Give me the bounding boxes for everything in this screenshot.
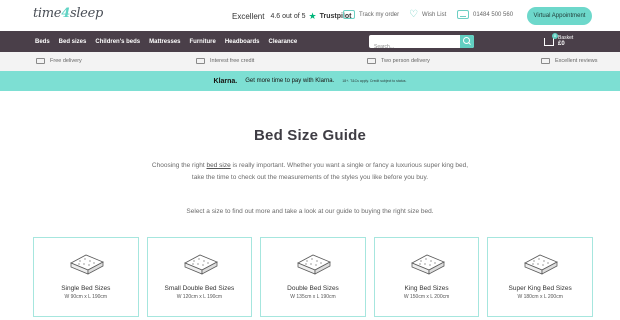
basket-summary: Basket £0 xyxy=(558,35,573,47)
truck-icon xyxy=(343,10,355,19)
card-dimensions: W 135cm x L 190cm xyxy=(290,294,336,300)
size-cards: Single Bed Sizes W 90cm x L 190cm Small … xyxy=(33,237,593,317)
usp-label: Free delivery xyxy=(50,58,82,64)
main-nav: Beds Bed sizes Children's beds Mattresse… xyxy=(0,31,620,54)
usp-label: Excellent reviews xyxy=(555,58,598,64)
people-icon xyxy=(367,58,376,64)
klarna-terms: 18+. T&Cs apply. Credit subject to statu… xyxy=(342,79,407,83)
site-logo[interactable]: time4sleep xyxy=(33,6,103,21)
intro-before: Choosing the right xyxy=(151,162,207,169)
basket-count: 0 xyxy=(552,33,558,39)
size-card-king[interactable]: King Bed Sizes W 150cm x L 200cm xyxy=(373,237,480,317)
size-card-double[interactable]: Double Bed Sizes W 135cm x L 190cm xyxy=(260,237,366,317)
nav-item-bed-sizes[interactable]: Bed sizes xyxy=(59,39,87,45)
card-dimensions: W 180cm x L 200cm xyxy=(517,294,563,300)
size-card-super-king[interactable]: Super King Bed Sizes W 180cm x L 200cm xyxy=(487,237,593,317)
top-bar: time4sleep Excellent 4.6 out of 5 ★ Trus… xyxy=(0,0,620,31)
trustpilot-star-icon: ★ xyxy=(308,11,317,21)
phone-number: 01484 500 560 xyxy=(473,11,514,18)
card-title: King Bed Sizes xyxy=(404,285,449,292)
select-size-text: Select a size to find out more and take … xyxy=(186,208,434,215)
logo-part-time: time xyxy=(33,6,62,21)
star-icon xyxy=(541,58,550,64)
nav-item-clearance[interactable]: Clearance xyxy=(269,39,298,45)
track-order-label: Track my order xyxy=(359,11,400,18)
mattress-icon xyxy=(297,254,332,275)
usp-label: Interest free credit xyxy=(210,58,255,64)
nav-item-childrens-beds[interactable]: Children's beds xyxy=(95,39,140,45)
intro-text: Choosing the right bed size is really im… xyxy=(150,160,470,184)
basket-icon: 0 xyxy=(544,33,558,46)
heart-icon: ♡ xyxy=(409,9,418,20)
logo-part-sleep: sleep xyxy=(69,6,103,21)
phone-icon xyxy=(457,10,469,19)
bed-size-link[interactable]: bed size xyxy=(206,162,230,169)
mattress-icon xyxy=(183,254,218,275)
usp-interest-free: Interest free credit xyxy=(196,58,254,64)
wish-list-label: Wish List xyxy=(421,11,447,18)
card-dimensions: W 120cm x L 190cm xyxy=(176,294,223,300)
size-card-small-double[interactable]: Small Double Bed Sizes W 120cm x L 190cm xyxy=(146,237,253,317)
card-dimensions: W 150cm x L 200cm xyxy=(403,294,450,300)
mattress-icon xyxy=(524,254,559,275)
usp-excellent-reviews: Excellent reviews xyxy=(541,58,598,64)
delivery-icon xyxy=(36,58,45,64)
klarna-banner[interactable]: Klarna. Get more time to pay with Klarna… xyxy=(0,71,620,91)
card-title: Small Double Bed Sizes xyxy=(164,285,235,292)
card-title: Super King Bed Sizes xyxy=(508,285,572,292)
nav-item-furniture[interactable]: Furniture xyxy=(190,39,216,45)
wish-list-link[interactable]: ♡ Wish List xyxy=(409,9,447,20)
usp-label: Two person delivery xyxy=(381,58,430,64)
virtual-appointment-button[interactable]: Virtual Appointment xyxy=(527,7,592,25)
trustpilot-score: 4.6 out of 5 xyxy=(270,13,306,20)
usp-bar: Free delivery Interest free credit Two p… xyxy=(0,52,620,71)
mattress-icon xyxy=(70,254,104,275)
trustpilot-label: Excellent xyxy=(232,12,265,21)
card-dimensions: W 90cm x L 190cm xyxy=(64,294,108,300)
klarna-logo: Klarna. xyxy=(213,77,238,85)
mattress-icon xyxy=(410,254,445,275)
usp-two-person: Two person delivery xyxy=(367,58,430,64)
card-title: Double Bed Sizes xyxy=(287,285,339,292)
page-title: Bed Size Guide xyxy=(254,127,366,144)
nav-items: Beds Bed sizes Children's beds Mattresse… xyxy=(35,31,297,52)
nav-item-headboards[interactable]: Headboards xyxy=(225,39,260,45)
klarna-message: Get more time to pay with Klarna. xyxy=(245,78,335,84)
size-card-single[interactable]: Single Bed Sizes W 90cm x L 190cm xyxy=(33,237,139,317)
basket-value: £0 xyxy=(558,41,565,47)
basket-button[interactable]: 0 Basket £0 xyxy=(544,33,573,47)
track-order-link[interactable]: Track my order xyxy=(343,10,399,19)
intro-after: is really important. Whether you want a … xyxy=(191,162,469,181)
credit-card-icon xyxy=(196,58,205,64)
nav-item-beds[interactable]: Beds xyxy=(35,39,50,45)
search-icon[interactable] xyxy=(460,35,474,48)
logo-part-four: 4 xyxy=(61,6,70,21)
nav-item-mattresses[interactable]: Mattresses xyxy=(149,39,180,45)
card-title: Single Bed Sizes xyxy=(61,285,111,292)
trustpilot-rating[interactable]: Excellent 4.6 out of 5 ★ Trustpilot xyxy=(232,11,351,22)
search-box xyxy=(369,35,474,54)
usp-free-delivery: Free delivery xyxy=(36,58,82,64)
phone-link[interactable]: 01484 500 560 xyxy=(457,10,513,19)
